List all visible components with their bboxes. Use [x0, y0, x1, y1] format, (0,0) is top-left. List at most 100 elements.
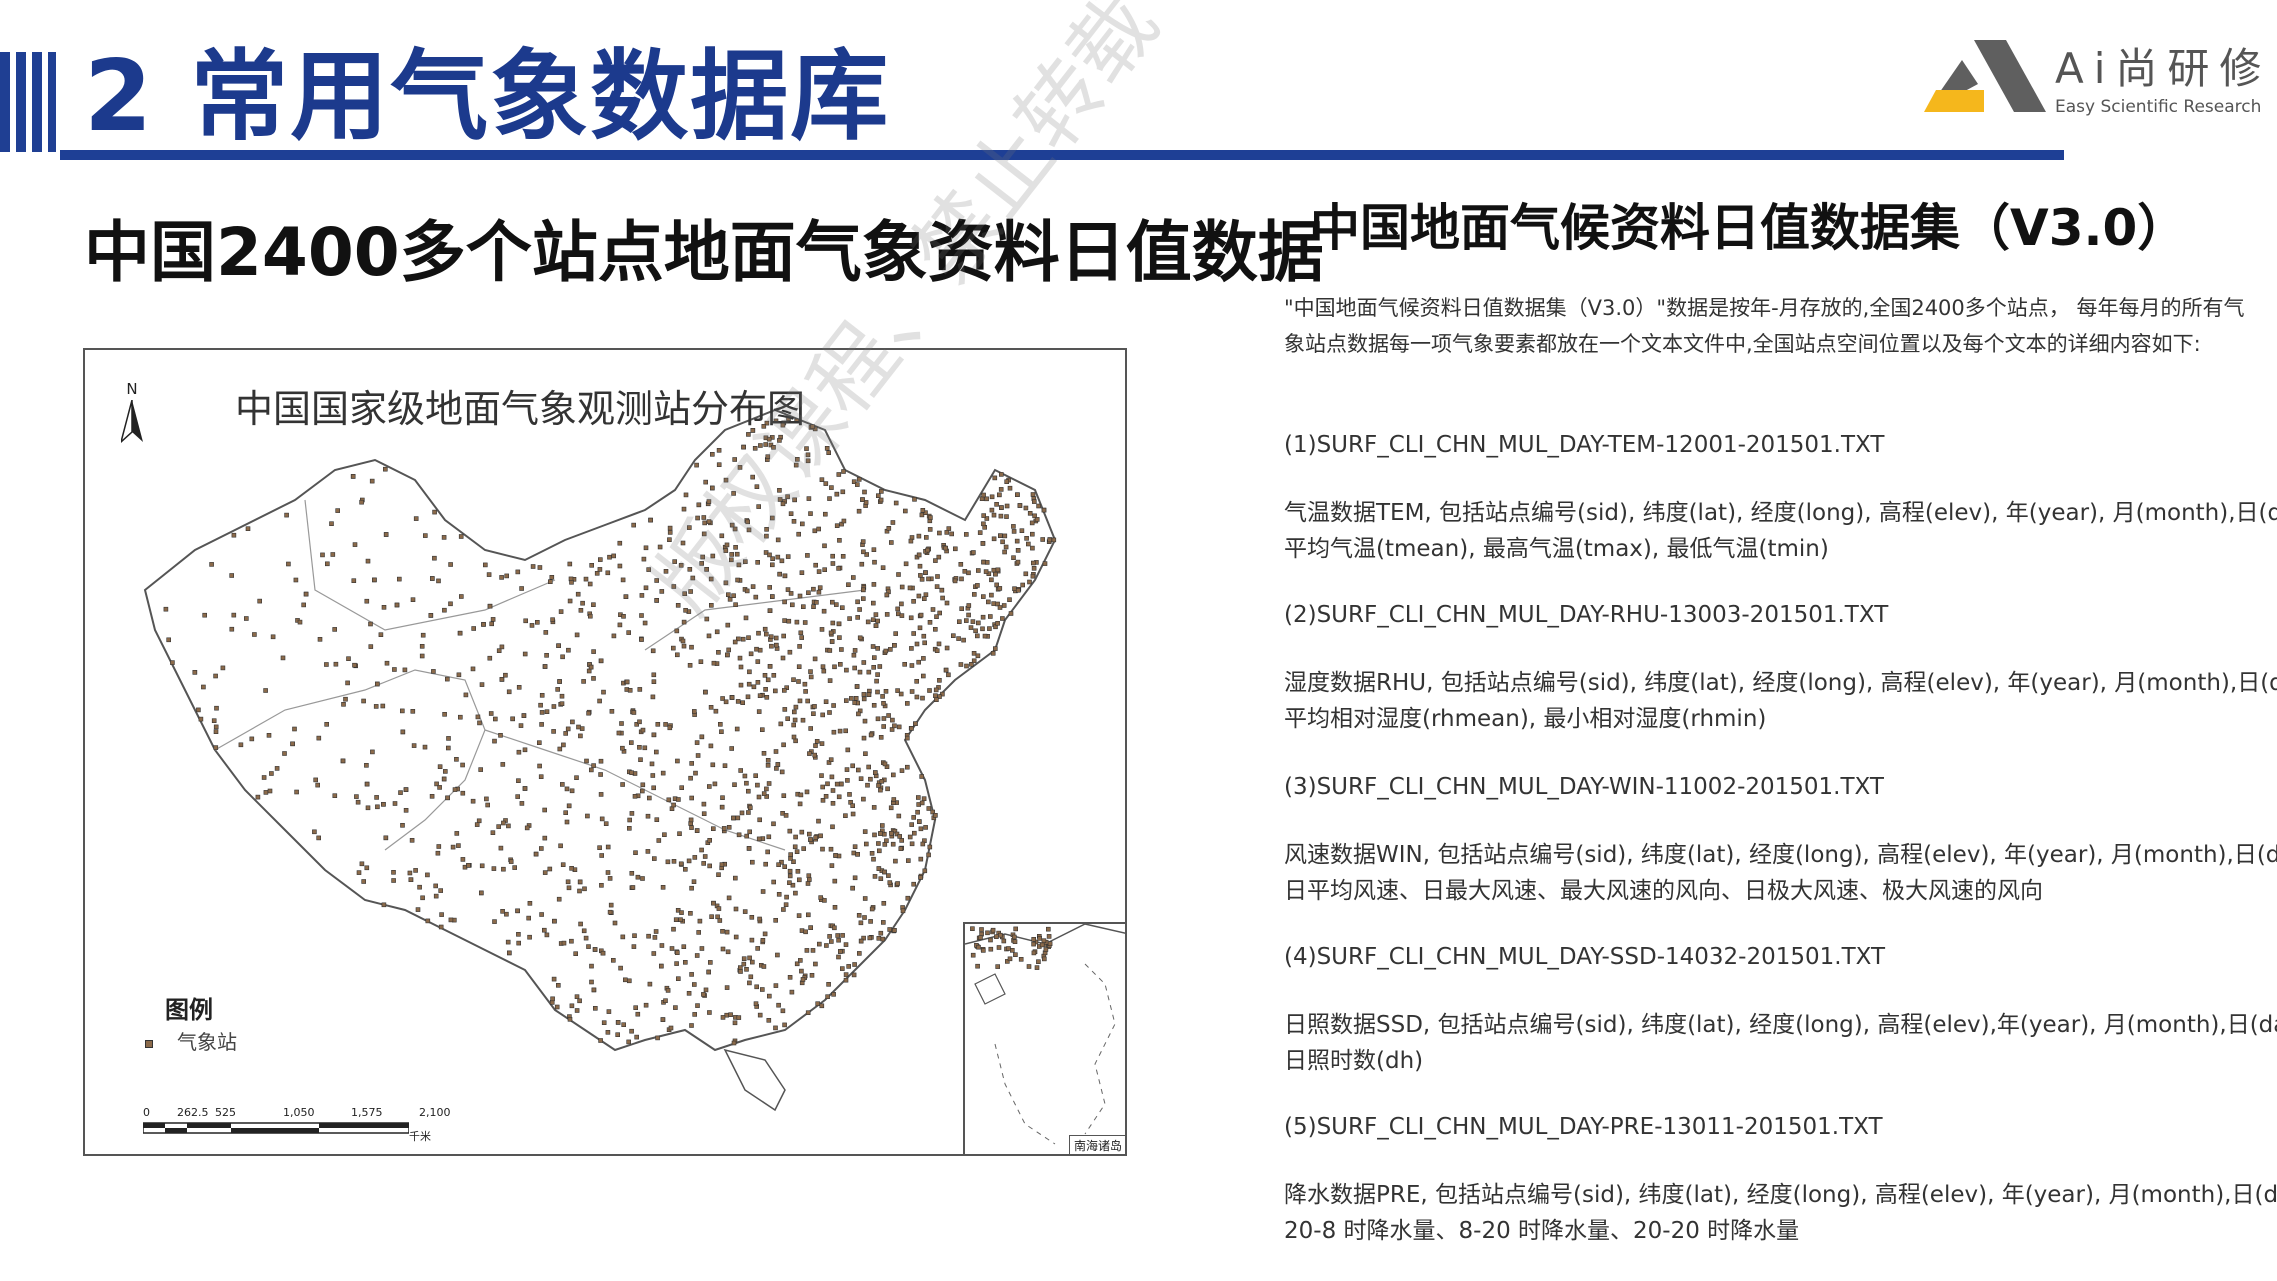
station-marker	[905, 895, 911, 901]
station-marker	[396, 576, 402, 582]
station-marker	[862, 915, 867, 920]
station-marker	[368, 644, 374, 649]
station-marker	[976, 944, 981, 950]
station-marker	[650, 773, 656, 778]
station-marker	[944, 600, 950, 606]
station-marker	[761, 750, 767, 756]
station-marker	[630, 885, 636, 890]
station-marker	[719, 729, 724, 735]
station-marker	[634, 1034, 640, 1040]
legend-item-station: 气象站	[145, 1026, 237, 1055]
station-marker	[537, 565, 543, 570]
station-marker	[1040, 537, 1046, 542]
station-marker	[1043, 947, 1049, 952]
station-marker	[745, 694, 751, 700]
station-marker	[209, 562, 214, 567]
station-marker	[874, 678, 879, 684]
station-marker	[791, 519, 797, 524]
station-marker	[506, 950, 512, 956]
station-marker	[914, 694, 920, 700]
station-marker	[561, 940, 567, 946]
station-marker	[932, 812, 938, 818]
station-marker	[726, 824, 732, 830]
station-marker	[792, 497, 798, 503]
station-marker	[787, 873, 793, 879]
station-marker	[1036, 959, 1041, 965]
station-marker	[674, 961, 679, 966]
station-marker	[881, 716, 887, 721]
station-marker	[759, 727, 765, 733]
station-marker	[1018, 956, 1024, 962]
station-marker	[679, 785, 685, 791]
station-marker	[850, 803, 856, 809]
station-marker	[725, 652, 730, 658]
station-marker	[987, 626, 992, 631]
station-marker	[765, 849, 771, 855]
page-title: 2 常用气象数据库	[84, 40, 891, 154]
station-marker	[569, 788, 575, 794]
station-marker	[813, 743, 818, 748]
station-marker	[1012, 939, 1018, 944]
station-marker	[747, 805, 753, 811]
station-marker	[674, 950, 680, 956]
station-marker	[478, 890, 484, 896]
station-marker	[943, 667, 949, 673]
station-marker	[665, 988, 671, 993]
station-marker	[761, 964, 767, 969]
station-marker	[559, 693, 565, 699]
station-marker	[984, 496, 989, 502]
station-marker	[616, 730, 622, 736]
station-marker	[734, 551, 740, 557]
station-marker	[726, 647, 732, 653]
station-marker	[410, 597, 416, 602]
station-marker	[735, 815, 741, 821]
station-marker	[850, 575, 856, 580]
station-marker	[631, 944, 637, 949]
station-marker	[806, 877, 812, 882]
station-marker	[651, 732, 657, 738]
station-marker	[286, 561, 291, 567]
station-marker	[448, 601, 453, 607]
station-marker	[916, 552, 922, 558]
station-marker	[777, 497, 783, 502]
station-marker	[352, 662, 357, 668]
station-marker	[1014, 538, 1020, 544]
station-marker	[651, 951, 657, 956]
station-marker	[1031, 566, 1037, 571]
station-marker	[846, 964, 852, 969]
station-marker	[767, 663, 773, 669]
station-marker	[875, 672, 880, 677]
station-marker	[875, 689, 880, 695]
station-marker	[876, 783, 881, 788]
station-marker	[726, 895, 732, 901]
station-marker	[733, 545, 738, 550]
station-marker	[776, 891, 782, 897]
station-marker	[830, 800, 836, 806]
station-marker	[740, 636, 746, 642]
station-marker	[683, 492, 689, 498]
station-marker	[600, 950, 606, 956]
scale-tick: 2,100	[419, 1106, 451, 1119]
station-marker	[589, 963, 594, 969]
station-marker	[834, 491, 840, 497]
station-marker	[973, 628, 978, 634]
station-marker	[632, 933, 637, 939]
station-marker	[710, 553, 716, 559]
station-marker	[263, 688, 268, 693]
station-marker	[866, 669, 872, 675]
station-marker	[425, 918, 431, 924]
station-marker	[1041, 507, 1047, 513]
station-marker	[213, 673, 218, 679]
station-marker	[837, 949, 843, 954]
station-marker	[609, 708, 615, 714]
station-marker	[680, 638, 686, 644]
station-marker	[926, 576, 931, 582]
station-marker	[558, 843, 563, 849]
station-marker	[689, 761, 695, 766]
station-marker	[619, 721, 624, 726]
station-marker	[655, 1035, 660, 1041]
station-marker	[231, 532, 237, 538]
station-marker	[324, 721, 329, 727]
station-marker	[725, 622, 731, 628]
station-marker	[780, 501, 786, 507]
